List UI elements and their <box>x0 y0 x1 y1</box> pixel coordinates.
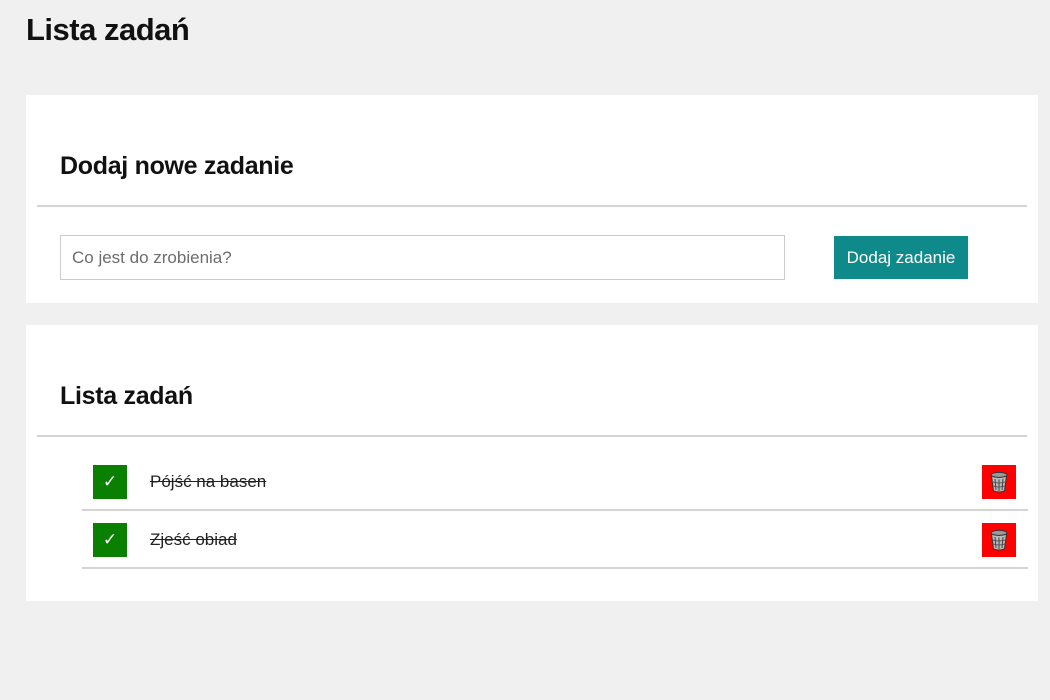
new-task-input[interactable] <box>60 235 785 280</box>
task-list-divider <box>37 435 1027 437</box>
task-list: ✓ Pójść na basen ✓ Zjeść obiad <box>82 453 1028 569</box>
add-task-divider <box>37 205 1027 207</box>
check-icon[interactable]: ✓ <box>93 465 127 499</box>
task-list-heading: Lista zadań <box>60 382 193 410</box>
task-text: Pójść na basen <box>150 472 267 491</box>
trash-icon <box>990 529 1008 551</box>
task-row: ✓ Pójść na basen <box>82 453 1028 511</box>
check-icon[interactable]: ✓ <box>93 523 127 557</box>
page-title: Lista zadań <box>26 12 190 47</box>
delete-task-button[interactable] <box>982 523 1016 557</box>
add-task-card: Dodaj nowe zadanie Dodaj zadanie <box>26 95 1038 303</box>
task-row: ✓ Zjeść obiad <box>82 511 1028 569</box>
task-list-card: Lista zadań ✓ Pójść na basen ✓ Zjeść obi… <box>26 325 1038 601</box>
add-task-heading: Dodaj nowe zadanie <box>60 152 294 180</box>
trash-icon <box>990 471 1008 493</box>
task-text: Zjeść obiad <box>150 530 237 549</box>
add-task-button[interactable]: Dodaj zadanie <box>834 236 968 279</box>
delete-task-button[interactable] <box>982 465 1016 499</box>
